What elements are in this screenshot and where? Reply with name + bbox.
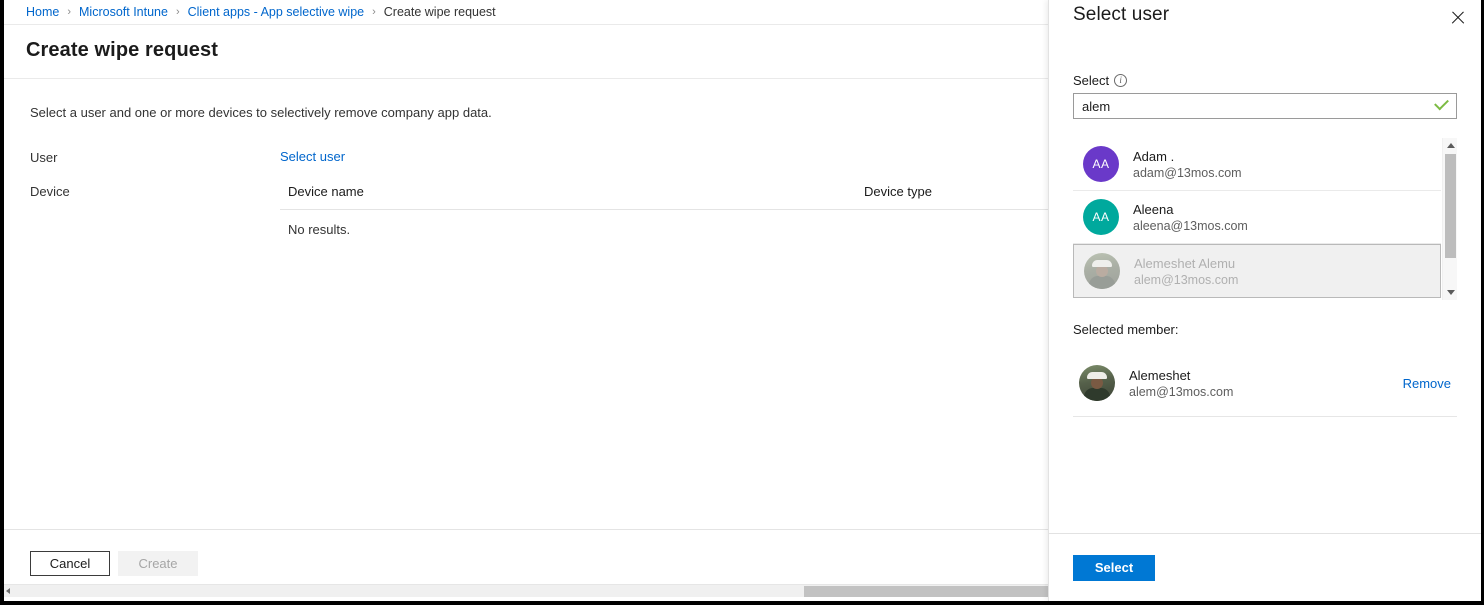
select-button[interactable]: Select: [1073, 554, 1155, 581]
search-input[interactable]: [1074, 94, 1456, 118]
device-table: Device name Device type No results.: [280, 184, 1062, 237]
user-label: User: [30, 150, 58, 165]
panel-title: Select user: [1073, 4, 1170, 25]
breadcrumb-item: Create wipe request: [383, 5, 496, 19]
avatar: [1079, 365, 1115, 401]
device-table-header: Device name Device type: [280, 184, 1062, 210]
breadcrumb-item[interactable]: Microsoft Intune: [79, 5, 168, 19]
list-item-name: Alemeshet Alemu: [1134, 255, 1236, 271]
user-field: Select user: [280, 148, 1052, 166]
avatar: [1084, 253, 1120, 289]
column-header-device-name[interactable]: Device name: [288, 184, 864, 199]
list-item-email: alem@13mos.com: [1134, 272, 1239, 287]
user-row: User Select user: [30, 148, 1052, 166]
list-item-email: aleena@13mos.com: [1133, 218, 1248, 233]
avatar-initials: AA: [1092, 157, 1110, 171]
breadcrumb: Home › Microsoft Intune › Client apps - App …: [4, 0, 1052, 25]
breadcrumb-item[interactable]: Client apps - App selective wipe: [188, 5, 364, 19]
select-field-label: Select i: [1073, 73, 1457, 88]
avatar-photo-body: [1089, 276, 1115, 289]
avatar-photo-hat: [1092, 260, 1112, 267]
blade-body: Select a user and one or more devices to…: [4, 79, 1062, 237]
intro-text: Select a user and one or more devices to…: [30, 105, 492, 120]
list-item-name: Aleena: [1133, 201, 1174, 217]
vertical-scrollbar-thumb[interactable]: [1445, 154, 1456, 258]
list-item-name: Adam .: [1133, 148, 1175, 164]
breadcrumb-separator-icon: ›: [175, 6, 180, 18]
info-icon[interactable]: i: [1114, 74, 1128, 87]
create-button: Create: [118, 551, 198, 576]
list-item[interactable]: AA Adam . adam@13mos.com: [1073, 138, 1441, 191]
close-icon[interactable]: [1447, 7, 1469, 29]
device-field: Device name Device type No results.: [280, 182, 1062, 237]
selected-member-row: Alemeshet alem@13mos.com Remove: [1073, 351, 1457, 417]
list-item-text: Aleena aleena@13mos.com: [1133, 202, 1248, 233]
list-item-email: adam@13mos.com: [1133, 165, 1242, 180]
list-vertical-scrollbar[interactable]: [1442, 138, 1457, 300]
create-wipe-request-blade: Home › Microsoft Intune › Client apps - App …: [4, 0, 1062, 597]
device-row: Device Device name Device type No result…: [30, 182, 1062, 237]
breadcrumb-item[interactable]: Home: [26, 5, 59, 19]
breadcrumb-separator-icon: ›: [372, 6, 376, 18]
panel-body: Select i AA Adam . adam@13mos.com: [1049, 73, 1481, 417]
list-item-selected[interactable]: Alemeshet Alemu alem@13mos.com: [1073, 244, 1441, 298]
selected-member-text: Alemeshet alem@13mos.com: [1129, 368, 1389, 399]
column-header-device-type[interactable]: Device type: [864, 184, 1062, 199]
avatar-photo-body: [1084, 388, 1110, 401]
select-field-label-text: Select: [1073, 73, 1110, 88]
panel-header: Select user: [1049, 0, 1481, 29]
list-item-text: Alemeshet Alemu alem@13mos.com: [1134, 256, 1238, 287]
page-title: Create wipe request: [4, 25, 1052, 79]
avatar: AA: [1083, 146, 1119, 182]
panel-footer: Select: [1049, 533, 1481, 601]
scroll-left-arrow-icon[interactable]: [6, 588, 10, 594]
avatar-photo-hat: [1087, 372, 1107, 379]
avatar: AA: [1083, 199, 1119, 235]
scroll-down-arrow-icon[interactable]: [1447, 290, 1455, 295]
horizontal-scrollbar[interactable]: [4, 584, 1052, 597]
device-table-empty: No results.: [288, 222, 351, 237]
select-user-panel: Select user Select i AA Adam .: [1048, 0, 1481, 601]
search-field-wrapper[interactable]: [1073, 93, 1457, 119]
remove-link[interactable]: Remove: [1403, 376, 1457, 391]
selected-member-email: alem@13mos.com: [1129, 384, 1234, 399]
horizontal-scrollbar-thumb[interactable]: [804, 586, 1052, 597]
selected-member-heading: Selected member:: [1073, 322, 1179, 337]
select-user-link[interactable]: Select user: [280, 149, 345, 164]
selected-member-name: Alemeshet: [1129, 367, 1191, 383]
list-item[interactable]: AA Aleena aleena@13mos.com: [1073, 191, 1441, 244]
device-label: Device: [30, 184, 70, 199]
app-window: Home › Microsoft Intune › Client apps - App …: [0, 0, 1484, 605]
scroll-up-arrow-icon[interactable]: [1447, 143, 1455, 148]
list-item-text: Adam . adam@13mos.com: [1133, 149, 1242, 180]
cancel-button[interactable]: Cancel: [30, 551, 110, 576]
user-results-list: AA Adam . adam@13mos.com AA Aleena aleen…: [1073, 138, 1457, 300]
breadcrumb-separator-icon: ›: [67, 6, 72, 18]
avatar-initials: AA: [1092, 210, 1110, 224]
